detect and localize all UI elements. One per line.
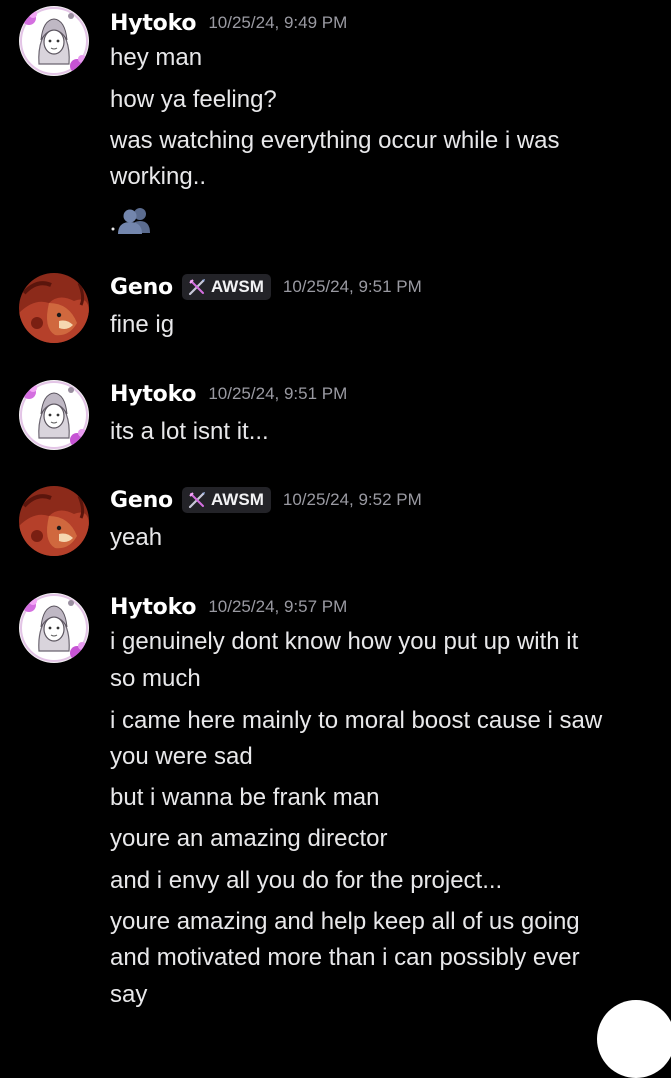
scroll-to-bottom-button[interactable] bbox=[597, 1000, 671, 1078]
timestamp: 10/25/24, 9:52 PM bbox=[282, 490, 422, 509]
role-tag: AWSM bbox=[181, 487, 271, 513]
message-line: i came here mainly to moral boost cause … bbox=[110, 707, 603, 734]
message-line: how ya feeling? bbox=[110, 86, 277, 113]
hytoko-avatar[interactable] bbox=[19, 6, 89, 76]
message-line: its a lot isnt it... bbox=[110, 418, 269, 445]
message-line: and i envy all you do for the project... bbox=[110, 867, 503, 894]
message-line: youre amazing and help keep all of us go… bbox=[110, 908, 580, 935]
timestamp: 10/25/24, 9:51 PM bbox=[208, 384, 348, 403]
message-line: say bbox=[110, 981, 148, 1008]
message-line: so much bbox=[110, 665, 201, 692]
timestamp: 10/25/24, 9:49 PM bbox=[208, 13, 348, 32]
message-header: Hytoko 10/25/24, 9:51 PM bbox=[110, 377, 347, 411]
timestamp: 10/25/24, 9:57 PM bbox=[208, 597, 348, 616]
message-header: Hytoko 10/25/24, 9:49 PM bbox=[110, 6, 347, 40]
message-line: was watching everything occur while i wa… bbox=[110, 127, 560, 154]
hytoko-avatar[interactable] bbox=[19, 593, 89, 663]
busts-in-silhouette-emoji bbox=[110, 205, 155, 235]
message-group: Hytoko 10/25/24, 9:57 PM i genuinely don… bbox=[0, 590, 671, 1024]
username[interactable]: Hytoko bbox=[110, 382, 197, 407]
message-line: yeah bbox=[110, 524, 163, 551]
username[interactable]: Geno bbox=[110, 275, 173, 300]
username[interactable]: Geno bbox=[110, 488, 173, 513]
message-line: youre an amazing director bbox=[110, 825, 388, 852]
timestamp: 10/25/24, 9:51 PM bbox=[282, 277, 422, 296]
message-group: Geno AWSM 10/25/24, 9:52 PM yeah bbox=[0, 483, 671, 563]
message-line: and motivated more than i can possibly e… bbox=[110, 944, 580, 971]
role-tag-label: AWSM bbox=[210, 490, 264, 509]
message-line: i genuinely dont know how you put up wit… bbox=[110, 628, 579, 655]
message-line: fine ig bbox=[110, 311, 175, 338]
crossed-swords-icon bbox=[187, 490, 207, 510]
geno-avatar[interactable] bbox=[19, 273, 89, 343]
message-header: Geno AWSM 10/25/24, 9:52 PM bbox=[110, 483, 422, 517]
message-header: Hytoko 10/25/24, 9:57 PM bbox=[110, 590, 347, 624]
message-header: Geno AWSM 10/25/24, 9:51 PM bbox=[110, 270, 422, 304]
message-line: but i wanna be frank man bbox=[110, 784, 380, 811]
message-line: you were sad bbox=[110, 743, 253, 770]
message-line: hey man bbox=[110, 44, 203, 71]
message-group: Hytoko 10/25/24, 9:49 PM hey man how ya … bbox=[0, 6, 671, 246]
hytoko-avatar[interactable] bbox=[19, 380, 89, 450]
geno-avatar[interactable] bbox=[19, 486, 89, 556]
message-group: Hytoko 10/25/24, 9:51 PM its a lot isnt … bbox=[0, 377, 671, 457]
role-tag-label: AWSM bbox=[210, 277, 264, 296]
chat-message-list: Hytoko 10/25/24, 9:49 PM hey man how ya … bbox=[0, 0, 671, 1078]
username[interactable]: Hytoko bbox=[110, 595, 197, 620]
message-group: Geno AWSM 10/25/24, 9:51 PM fine ig bbox=[0, 270, 671, 350]
message-line: working.. bbox=[110, 163, 207, 190]
crossed-swords-icon bbox=[187, 277, 207, 297]
role-tag: AWSM bbox=[181, 274, 271, 300]
username[interactable]: Hytoko bbox=[110, 11, 197, 36]
